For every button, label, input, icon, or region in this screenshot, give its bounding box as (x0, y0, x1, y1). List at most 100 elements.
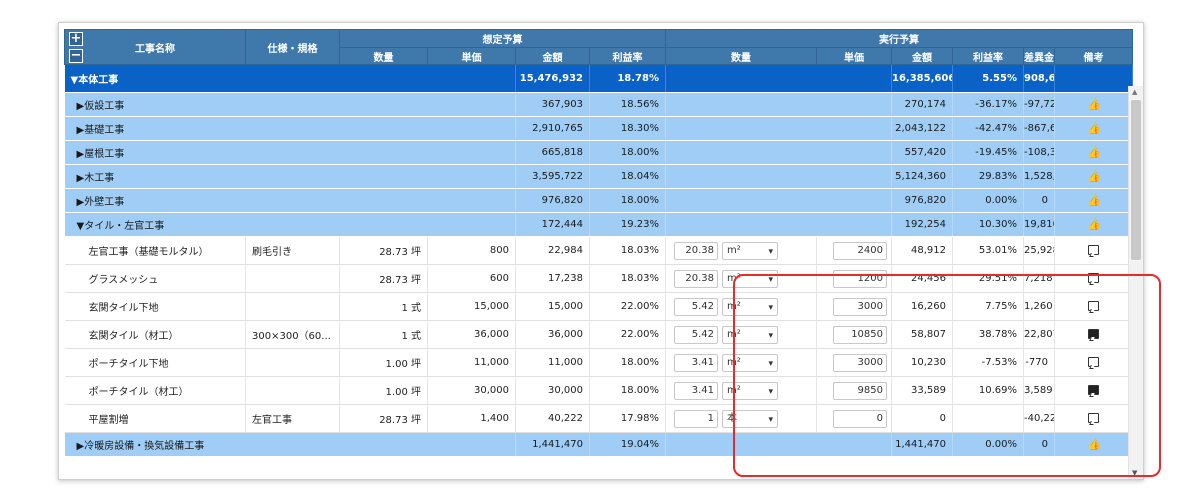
item-note[interactable] (1054, 236, 1134, 265)
chevron-down-icon[interactable]: ▾ (768, 300, 773, 316)
item-note[interactable] (1054, 348, 1134, 377)
scroll-up-icon[interactable]: ▲ (1132, 88, 1137, 96)
exec-unit-price-input[interactable]: 0 (833, 409, 887, 428)
item-name[interactable]: 玄関タイル（材工） (64, 320, 246, 349)
item-exec-unit-price-cell: 9850 (816, 376, 892, 405)
category-row[interactable]: ▶冷暖房設備・換気設備工事 1,441,470 19.04% 1,441,470 0.0… (64, 432, 1134, 457)
category-like[interactable]: 👍 (1054, 92, 1134, 117)
category-name[interactable]: ▶冷暖房設備・換気設備工事 (64, 432, 516, 457)
item-name[interactable]: 平屋割増 (64, 404, 246, 433)
item-diff: -770 (1023, 348, 1055, 377)
item-spec (245, 348, 340, 377)
chevron-down-icon[interactable]: ▾ (768, 272, 773, 288)
category-like[interactable]: 👍 (1054, 140, 1134, 165)
thumbs-up-icon[interactable]: 👍 (1088, 99, 1102, 110)
category-like[interactable]: 👍 (1054, 116, 1134, 141)
category-diff: 0 (1023, 188, 1055, 213)
category-name[interactable]: ▶外壁工事 (64, 188, 516, 213)
thumbs-up-icon[interactable]: 👍 (1088, 147, 1102, 158)
category-row[interactable]: ▶仮設工事367,90318.56% 270,174-36.17%-97,729 👍 (64, 92, 1134, 117)
exec-unit-price-input[interactable]: 9850 (833, 381, 887, 400)
category-like[interactable]: 👍 (1054, 188, 1134, 213)
item-row[interactable]: 玄関タイル（材工） 300×300（60... 1 式 36,000 36,000 22.… (64, 320, 1134, 349)
category-row[interactable]: ▶基礎工事 2,910,765 18.30% 2,043,122 -42.47% -867… (64, 116, 1134, 141)
unit-select[interactable]: m² ▾ (722, 381, 778, 400)
item-row[interactable]: 平屋割増 左官工事 28.73 坪 1,400 40,222 17.98% 1 本 ▾ 0 0 -40… (64, 404, 1134, 433)
exec-qty-input[interactable]: 20.38 (674, 241, 718, 260)
chevron-down-icon[interactable]: ▾ (768, 356, 773, 372)
thumbs-up-icon[interactable]: 👍 (1088, 171, 1102, 182)
total-name[interactable]: ▼本体工事 (64, 64, 516, 93)
category-name[interactable]: ▶屋根工事 (64, 140, 516, 165)
exec-qty-input[interactable]: 5.42 (674, 325, 718, 344)
item-row[interactable]: 玄関タイル下地 1 式 15,000 15,000 22.00% 5.42 m² ▾ 3000 1… (64, 292, 1134, 321)
chevron-down-icon[interactable]: ▾ (768, 412, 773, 428)
thumbs-up-icon[interactable]: 👍 (1088, 439, 1102, 450)
comment-icon[interactable] (1088, 245, 1100, 255)
category-row[interactable]: ▶外壁工事 976,820 18.00% 976,820 0.00% 0 👍 (64, 188, 1134, 213)
category-row[interactable]: ▼タイル・左官工事 172,444 19.23% 192,254 10.30% 19,81… (64, 212, 1134, 237)
category-name[interactable]: ▼タイル・左官工事 (64, 212, 516, 237)
item-note[interactable] (1054, 376, 1134, 405)
chevron-down-icon[interactable]: ▾ (768, 328, 773, 344)
unit-select[interactable]: m² ▾ (722, 269, 778, 288)
comment-icon[interactable] (1088, 329, 1100, 339)
item-plan-amount: 11,000 (515, 348, 590, 377)
exec-unit-price-input[interactable]: 10850 (833, 325, 887, 344)
unit-select[interactable]: m² ▾ (722, 353, 778, 372)
scroll-down-icon[interactable]: ▼ (1132, 469, 1137, 477)
comment-icon[interactable] (1088, 385, 1100, 395)
comment-icon[interactable] (1088, 273, 1100, 283)
category-like[interactable]: 👍 (1054, 212, 1134, 237)
exec-qty-input[interactable]: 3.41 (674, 353, 718, 372)
unit-select[interactable]: 本 ▾ (722, 409, 778, 428)
category-exec-margin: 0.00% (952, 432, 1024, 457)
thumbs-up-icon[interactable]: 👍 (1088, 219, 1102, 230)
comment-icon[interactable] (1088, 413, 1100, 423)
collapse-all-icon[interactable]: − (69, 49, 83, 63)
item-name[interactable]: ポーチタイル下地 (64, 348, 246, 377)
exec-unit-price-input[interactable]: 3000 (833, 353, 887, 372)
item-note[interactable] (1054, 292, 1134, 321)
item-name[interactable]: グラスメッシュ (64, 264, 246, 293)
exec-unit-price-input[interactable]: 1200 (833, 269, 887, 288)
category-name[interactable]: ▶基礎工事 (64, 116, 516, 141)
exec-qty-input[interactable]: 5.42 (674, 297, 718, 316)
exec-unit-price-input[interactable]: 2400 (833, 241, 887, 260)
chevron-down-icon[interactable]: ▾ (768, 244, 773, 260)
item-name[interactable]: 玄関タイル下地 (64, 292, 246, 321)
category-like[interactable]: 👍 (1054, 164, 1134, 189)
category-row[interactable]: ▶屋根工事665,81818.00% 557,420-19.45%-108,398… (64, 140, 1134, 165)
exec-qty-input[interactable]: 20.38 (674, 269, 718, 288)
comment-icon[interactable] (1088, 301, 1100, 311)
category-row[interactable]: ▶木工事3,595,72218.04% 5,124,36029.83%1,528,… (64, 164, 1134, 189)
item-row[interactable]: グラスメッシュ 28.73 坪 600 17,238 18.03% 20.38 m² ▾ 120… (64, 264, 1134, 293)
comment-icon[interactable] (1088, 357, 1100, 367)
item-note[interactable] (1054, 320, 1134, 349)
thumbs-up-icon[interactable]: 👍 (1088, 123, 1102, 134)
thumbs-up-icon[interactable]: 👍 (1088, 195, 1102, 206)
unit-select[interactable]: m² ▾ (722, 241, 778, 260)
item-row[interactable]: ポーチタイル（材工） 1.00 坪 30,000 30,000 18.00% 3.41 m²… (64, 376, 1134, 405)
vertical-scrollbar[interactable]: ▲ ▼ (1128, 86, 1143, 479)
category-name[interactable]: ▶仮設工事 (64, 92, 516, 117)
item-name[interactable]: 左官工事（基礎モルタル） (64, 236, 246, 265)
item-row[interactable]: ポーチタイル下地 1.00 坪 11,000 11,000 18.00% 3.41 m² ▾ 3… (64, 348, 1134, 377)
item-name[interactable]: ポーチタイル（材工） (64, 376, 246, 405)
exec-qty-input[interactable]: 1 (674, 409, 718, 428)
scrollbar-thumb[interactable] (1131, 100, 1141, 260)
item-note[interactable] (1054, 404, 1134, 433)
item-note[interactable] (1054, 264, 1134, 293)
category-like[interactable]: 👍 (1054, 432, 1134, 457)
unit-select[interactable]: m² ▾ (722, 325, 778, 344)
exec-qty-input[interactable]: 3.41 (674, 381, 718, 400)
item-row[interactable]: 左官工事（基礎モルタル） 刷毛引き 28.73 坪 800 22,984 18.03% 20… (64, 236, 1134, 265)
exec-unit-price-input[interactable]: 3000 (833, 297, 887, 316)
expand-all-icon[interactable]: + (69, 32, 83, 46)
chevron-down-icon[interactable]: ▾ (768, 384, 773, 400)
unit-select[interactable]: m² ▾ (722, 297, 778, 316)
category-diff: 1,528,638 (1023, 164, 1055, 189)
category-plan-margin: 18.30% (589, 116, 666, 141)
total-row[interactable]: ▼本体工事 15,476,932 18.78% 16,385,606 5.55%… (64, 64, 1134, 93)
category-name[interactable]: ▶木工事 (64, 164, 516, 189)
